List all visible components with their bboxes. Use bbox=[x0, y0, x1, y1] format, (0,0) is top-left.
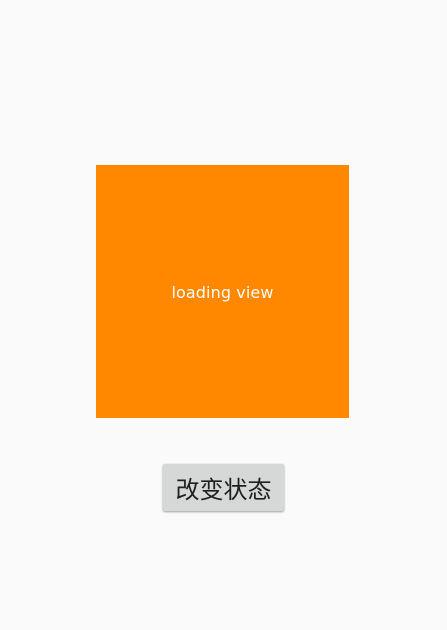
change-state-button[interactable]: 改变状态 bbox=[163, 464, 284, 511]
app-screen: loading view 改变状态 bbox=[0, 0, 447, 630]
loading-view-label: loading view bbox=[171, 283, 274, 302]
loading-view-panel: loading view bbox=[96, 165, 349, 418]
